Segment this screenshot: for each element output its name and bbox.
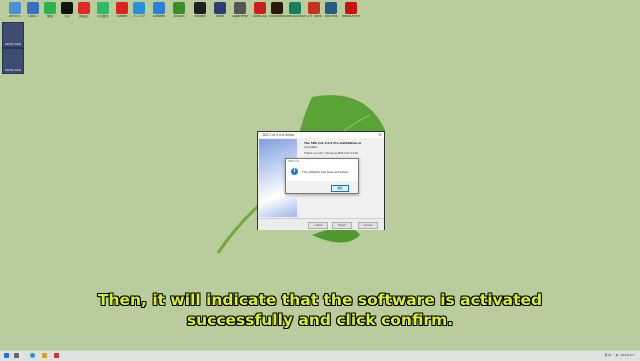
activation-alert-dialog: 3DS Cut i The software has been activate… [285, 158, 359, 194]
desktop-icon[interactable]: Shab [211, 2, 229, 19]
installer-thanks-text: Thank you for choosing 3DS Cut 3.0.6! [304, 151, 359, 155]
desktop-icon[interactable]: Λ 2.3.9 [130, 2, 148, 19]
desktop-icon[interactable]: RoboDriver [342, 2, 360, 19]
system-tray[interactable]: 英 中 ⌃ 🔊 2023/1/1 [604, 353, 634, 357]
app-icon [133, 2, 145, 14]
app-icon [194, 2, 206, 14]
app-icon [9, 2, 21, 14]
app-icon [153, 2, 165, 14]
app-icon [214, 2, 226, 14]
app-icon [78, 2, 90, 14]
app-icon [27, 2, 39, 14]
desktop-icon-label: AUTO CAD [5, 68, 21, 72]
installer-close-button[interactable]: × [379, 132, 382, 137]
installer-title: 3DS Cut 3.0.6 Setup [262, 133, 295, 137]
info-icon: i [291, 168, 298, 175]
alert-footer: 确定 [286, 181, 358, 193]
installer-complete-text-2: complete. [304, 145, 318, 149]
back-button[interactable]: < Back [308, 221, 328, 229]
app-icon [254, 2, 266, 14]
app-icon [271, 2, 283, 14]
installer-footer: < Back Finish Cancel [258, 218, 384, 230]
finish-button[interactable]: Finish [332, 221, 352, 229]
app-icon [325, 2, 337, 14]
edge-browser-icon[interactable] [30, 353, 35, 358]
app-icon [116, 2, 128, 14]
desktop-icon-label: AUTO CAD [5, 42, 21, 46]
app-icon [345, 2, 357, 14]
alert-title: 3DS Cut [288, 159, 299, 163]
desktop-icon-label: RoboDriver [342, 15, 360, 18]
search-icon[interactable] [14, 353, 19, 358]
app-icon [289, 2, 301, 14]
taskbar: 英 中 ⌃ 🔊 2023/1/1 [0, 350, 640, 361]
app-icon [97, 2, 109, 14]
ok-button[interactable]: 确定 [331, 185, 349, 192]
video-subtitle: Then, it will indicate that the software… [0, 290, 640, 330]
app-icon [61, 2, 73, 14]
desktop-icon[interactable]: Softwell [150, 2, 168, 19]
alert-message: The software has been activated [302, 169, 348, 174]
alert-titlebar[interactable]: 3DS Cut [286, 159, 358, 164]
subtitle-line-1: Then, it will indicate that the software… [97, 291, 543, 309]
installer-titlebar[interactable]: 3DS Cut 3.0.6 Setup × [258, 132, 384, 138]
desktop-icon[interactable]: 3ds Max [322, 2, 340, 19]
desktop-icon[interactable]: Nvideo [191, 2, 209, 19]
app-icon [44, 2, 56, 14]
desktop-icon[interactable]: GigaHertz [231, 2, 249, 19]
app-icon[interactable] [54, 353, 59, 358]
file-explorer-icon[interactable] [42, 353, 47, 358]
app-icon [173, 2, 185, 14]
subtitle-line-2: successfully and click confirm. [186, 311, 454, 329]
desktop-icon-autocad-2[interactable]: AUTO CAD [2, 48, 24, 74]
app-icon [234, 2, 246, 14]
app-icon [308, 2, 320, 14]
start-icon[interactable] [4, 353, 9, 358]
desktop-icon[interactable]: NVIDIA [170, 2, 188, 19]
cancel-button[interactable]: Cancel [358, 221, 378, 229]
desktop-icon-autocad[interactable]: AUTO CAD [2, 22, 24, 48]
